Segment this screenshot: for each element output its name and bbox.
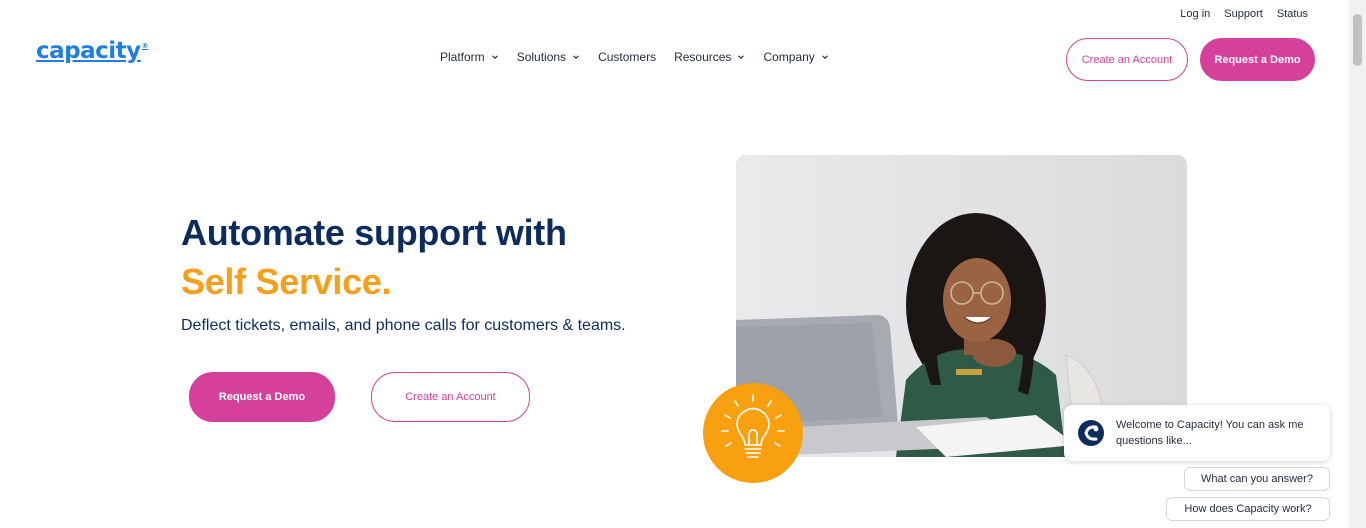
capacity-chat-icon <box>1078 420 1104 446</box>
hero-subtitle: Deflect tickets, emails, and phone calls… <box>181 317 626 334</box>
logo-registered-mark: ® <box>141 42 149 50</box>
chat-welcome-text: Welcome to Capacity! You can ask me ques… <box>1116 419 1304 447</box>
nav-resources-label: Resources <box>674 50 732 64</box>
nav-company-label: Company <box>763 50 815 64</box>
utility-nav: Log in Support Status <box>1180 8 1308 20</box>
logo-text: capacity <box>36 38 141 64</box>
page-scrollbar[interactable] <box>1349 0 1366 528</box>
hero-request-demo-button[interactable]: Request a Demo <box>189 372 335 422</box>
chat-suggestion-what-can-you-answer[interactable]: What can you answer? <box>1184 467 1330 491</box>
header-request-demo-button[interactable]: Request a Demo <box>1200 38 1315 81</box>
nav-resources[interactable]: Resources <box>674 50 745 64</box>
nav-solutions[interactable]: Solutions <box>517 50 580 64</box>
chevron-down-icon <box>822 55 828 59</box>
nav-customers-label: Customers <box>598 50 657 64</box>
chevron-down-icon <box>573 55 579 59</box>
nav-company[interactable]: Company <box>763 50 828 64</box>
header-create-account-button[interactable]: Create an Account <box>1066 38 1188 81</box>
support-link[interactable]: Support <box>1224 8 1263 20</box>
hero-create-account-button[interactable]: Create an Account <box>371 372 530 422</box>
status-link[interactable]: Status <box>1277 8 1308 20</box>
chat-welcome-bubble[interactable]: Welcome to Capacity! You can ask me ques… <box>1064 405 1330 461</box>
chevron-down-icon <box>491 55 498 59</box>
scrollbar-thumb[interactable] <box>1353 14 1362 66</box>
login-link[interactable]: Log in <box>1180 8 1210 20</box>
hero-accent-title: Self Service. <box>181 261 392 302</box>
lightbulb-icon <box>721 394 785 458</box>
lightbulb-badge <box>703 383 803 483</box>
nav-solutions-label: Solutions <box>516 50 567 64</box>
main-nav: Platform Solutions Customers Resources C… <box>440 50 829 64</box>
capacity-logo[interactable]: capacity ® <box>36 38 149 64</box>
chevron-down-icon <box>738 55 745 59</box>
nav-platform[interactable]: Platform <box>440 50 499 64</box>
nav-customers[interactable]: Customers <box>598 50 656 64</box>
chat-suggestion-how-does-capacity-work[interactable]: How does Capacity work? <box>1166 497 1330 521</box>
nav-platform-label: Platform <box>440 50 485 64</box>
hero-title: Automate support with <box>181 212 567 253</box>
